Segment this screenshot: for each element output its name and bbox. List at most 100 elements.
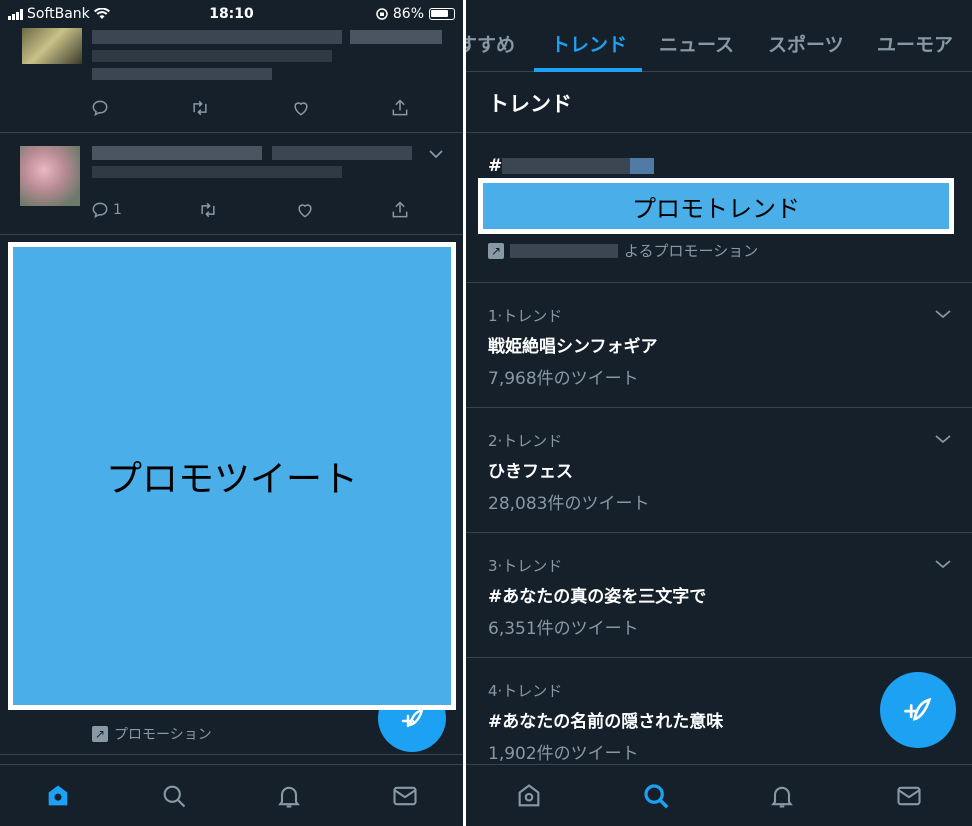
- promoted-by-label: ↗ よるプロモーション: [488, 240, 758, 261]
- status-right: 86%: [376, 6, 455, 22]
- avatar[interactable]: [22, 28, 82, 64]
- trend-count: 6,351件のツイート: [488, 619, 639, 639]
- compose-icon: [904, 697, 932, 721]
- blurred-text: [92, 30, 342, 44]
- messages-icon: [897, 786, 921, 805]
- notifications-icon: [278, 786, 301, 808]
- divider: [0, 754, 463, 755]
- orientation-lock-icon: [376, 8, 388, 20]
- divider: [466, 532, 972, 533]
- blurred-text: [510, 243, 618, 258]
- like-button[interactable]: [295, 200, 315, 220]
- reply-icon: [92, 202, 108, 219]
- chevron-down-icon[interactable]: [934, 433, 952, 445]
- reply-button[interactable]: 1: [90, 200, 122, 220]
- trend-count: 28,083件のツイート: [488, 494, 650, 514]
- tab-messages[interactable]: [889, 776, 929, 816]
- like-button[interactable]: [291, 98, 311, 118]
- search-icon: [644, 783, 669, 808]
- chevron-down-icon[interactable]: [428, 148, 444, 160]
- battery-icon: [429, 8, 455, 20]
- chevron-down-icon[interactable]: [934, 558, 952, 570]
- divider: [466, 282, 972, 283]
- divider: [466, 132, 972, 133]
- divider: [0, 132, 463, 133]
- promoted-tweet-label: プロモツイート: [105, 459, 358, 500]
- retweet-icon: [201, 202, 215, 218]
- battery-percent: 86%: [392, 6, 424, 22]
- trend-count: 7,968件のツイート: [488, 369, 639, 389]
- like-icon: [298, 204, 312, 218]
- trend-count: 1,902件のツイート: [488, 744, 639, 764]
- share-button[interactable]: [390, 98, 410, 118]
- home-icon: [48, 785, 68, 805]
- reply-icon: [92, 100, 108, 117]
- bottom-tab-bar: [0, 764, 463, 826]
- trend-name: #あなたの真の姿を三文字で: [488, 587, 707, 607]
- status-bar: SoftBank 18:10 86%: [0, 0, 463, 30]
- retweet-button[interactable]: [197, 200, 219, 220]
- trend-name: ひきフェス: [488, 462, 573, 482]
- tweet-actions: [90, 98, 410, 118]
- promotion-label: ↗ プロモーション: [92, 724, 212, 744]
- promoted-arrow-icon: ↗: [488, 242, 504, 259]
- trend-context: 2·トレンド: [488, 432, 563, 450]
- chevron-down-icon[interactable]: [934, 308, 952, 320]
- promoted-trend-label: プロモトレンド: [632, 194, 800, 223]
- share-button[interactable]: [390, 200, 410, 220]
- promoted-trend-placeholder[interactable]: プロモトレンド: [478, 178, 954, 234]
- notifications-icon: [771, 786, 794, 808]
- blurred-text: [350, 30, 442, 44]
- avatar[interactable]: [20, 146, 80, 206]
- tab-notifications[interactable]: [762, 776, 802, 816]
- tab-sports[interactable]: スポーツ: [768, 30, 844, 57]
- messages-icon: [393, 786, 417, 805]
- tab-notifications[interactable]: [269, 776, 309, 816]
- tab-messages[interactable]: [385, 776, 425, 816]
- promoted-tweet-placeholder[interactable]: プロモツイート: [8, 242, 456, 710]
- blurred-text: [92, 166, 342, 178]
- blurred-text: [272, 146, 412, 160]
- like-icon: [294, 102, 308, 116]
- trend-context: 4·トレンド: [488, 682, 563, 700]
- home-timeline-screen: SoftBank 18:10 86% 1 プロモツイート ↗ プロモーション: [0, 0, 463, 826]
- divider: [0, 234, 463, 235]
- divider: [466, 657, 972, 658]
- home-icon: [518, 783, 540, 806]
- tab-trends[interactable]: トレンド: [551, 30, 627, 57]
- promoted-by-text: よるプロモーション: [624, 242, 759, 260]
- compose-tweet-button[interactable]: [880, 672, 956, 748]
- share-icon: [392, 201, 408, 218]
- tab-recommended[interactable]: すすめ: [466, 30, 515, 57]
- active-tab-indicator: [534, 68, 642, 72]
- blurred-text: [630, 158, 654, 174]
- blurred-text: [92, 68, 272, 80]
- search-icon: [163, 785, 185, 807]
- promotion-text: プロモーション: [114, 727, 212, 743]
- tab-search[interactable]: [154, 776, 194, 816]
- tab-search[interactable]: [636, 776, 676, 816]
- section-title: トレンド: [488, 92, 572, 116]
- blurred-text: [92, 50, 332, 62]
- trend-context: 3·トレンド: [488, 557, 563, 575]
- promoted-trend-hash: #: [488, 156, 503, 176]
- promoted-arrow-icon: ↗: [92, 726, 108, 742]
- trend-name: #あなたの名前の隠された意味: [488, 712, 724, 732]
- trend-name: 戦姫絶唱シンフォギア: [488, 337, 658, 357]
- explore-trends-screen: すすめ トレンド ニュース スポーツ ユーモア トレンド # ↗ よるプロモーシ…: [466, 0, 972, 826]
- tab-home[interactable]: [509, 776, 549, 816]
- retweet-button[interactable]: [189, 98, 211, 118]
- reply-count: 1: [113, 202, 122, 218]
- retweet-icon: [193, 100, 207, 116]
- explore-tab-bar: すすめ トレンド ニュース スポーツ ユーモア: [466, 0, 972, 72]
- divider: [466, 407, 972, 408]
- blurred-text: [92, 146, 262, 160]
- tab-home[interactable]: [38, 776, 78, 816]
- trend-context: 1·トレンド: [488, 307, 563, 325]
- tab-news[interactable]: ニュース: [659, 30, 734, 57]
- tab-humor[interactable]: ユーモア: [877, 30, 953, 57]
- tweet-actions: 1: [90, 200, 410, 220]
- bottom-tab-bar: [466, 764, 972, 826]
- reply-button[interactable]: [90, 98, 110, 118]
- share-icon: [392, 99, 408, 116]
